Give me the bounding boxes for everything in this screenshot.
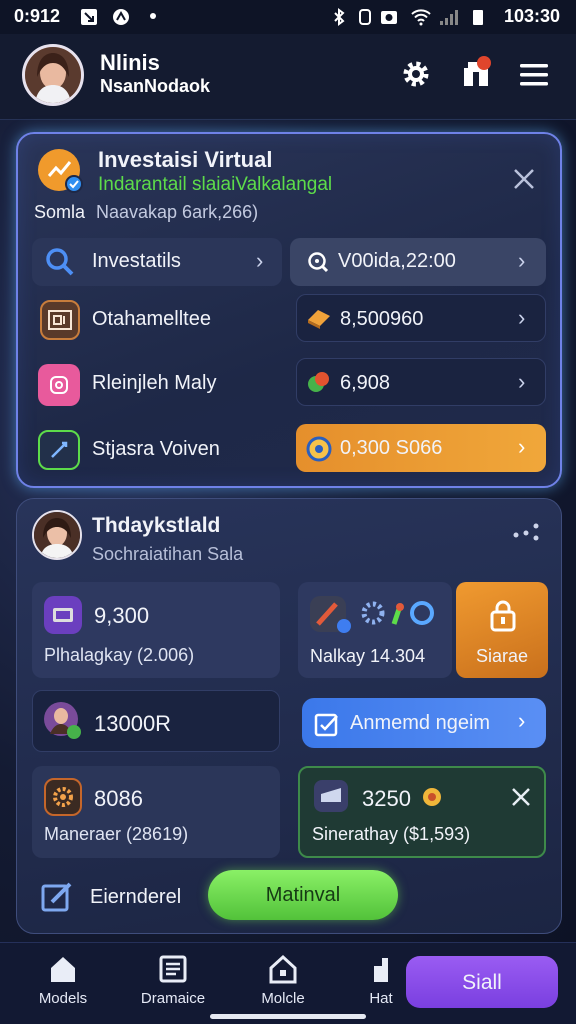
row-label: Stjasra Voiven [92, 438, 220, 460]
chevron-right-icon: › [518, 369, 526, 394]
signal-icon [440, 10, 458, 25]
status-time: 0:912 [14, 6, 61, 26]
gear-icon[interactable] [400, 58, 432, 90]
nav-item-molcle[interactable]: Molcle [228, 950, 338, 1016]
more-dots-icon[interactable] [512, 522, 540, 542]
news-icon [159, 955, 187, 983]
dot-icon [150, 13, 156, 19]
bluetooth-icon [334, 8, 345, 26]
row-value: 8,500960 [340, 308, 424, 330]
stat-value: 9,300 [94, 603, 150, 628]
checkbox-icon [314, 713, 338, 737]
vibrate-icon [359, 9, 371, 25]
gold-bar-icon [308, 310, 330, 329]
row-value-pill[interactable] [296, 358, 546, 406]
card-title: Investaisi Virtual [98, 147, 273, 172]
edit-wand-icon [38, 430, 80, 470]
meta-label: Somla [34, 202, 86, 222]
close-icon[interactable] [512, 167, 536, 191]
row-label: Investatils [92, 250, 181, 272]
download-icon [81, 9, 97, 25]
chevron-right-icon: › [518, 248, 526, 273]
edit-icon [41, 882, 72, 912]
ledger-icon [40, 300, 80, 340]
footer-label: Eiernderel [90, 886, 182, 908]
row-value: V00ida,22:00 [338, 250, 456, 272]
notification-bell-icon[interactable] [458, 54, 494, 90]
stat-label: Nalkay 14.304 [310, 646, 426, 666]
nav-label: Models [38, 990, 88, 1007]
person-badge-icon [44, 702, 81, 739]
coin-icon [423, 788, 441, 806]
chevron-right-icon: › [518, 708, 526, 733]
row-label: Rleinjleh Maly [92, 372, 217, 394]
meta-value: Naavakap 6ark,266) [96, 202, 259, 222]
hand-icon [374, 958, 388, 982]
camera-icon [381, 11, 397, 24]
monitor-icon [44, 596, 82, 634]
app-pink-icon [38, 364, 80, 406]
lock-icon [490, 600, 516, 632]
stat-label: Sinerathay ($1,593) [312, 824, 471, 844]
nav-label: Molcle [261, 990, 305, 1007]
user-handle: NsanNodaok [100, 76, 211, 96]
avatar-portrait [34, 512, 80, 558]
stat-label: Maneraer (28619) [44, 824, 189, 844]
app-icon [113, 9, 129, 25]
primary-green-button-label: Matinval [265, 884, 341, 906]
action-button-label: Anmemd ngeim [350, 712, 491, 734]
gem-icon [308, 372, 329, 392]
settings-gear-icon [44, 778, 82, 816]
home-indicator [210, 1014, 366, 1019]
wallet-icon [314, 780, 348, 812]
home-icon [51, 957, 75, 982]
status-time-right: 103:30 [503, 6, 560, 26]
chevron-right-icon: › [518, 305, 526, 330]
row-label: Otahamelltee [92, 308, 211, 330]
cta-button-label: Siall [462, 971, 502, 994]
avatar-small[interactable] [32, 510, 82, 560]
nav-label: Dramaice [140, 990, 206, 1007]
row-value: 0,300 S066 [340, 437, 443, 459]
coin-icon [306, 436, 332, 462]
row-value: 6,908 [340, 372, 391, 394]
avatar[interactable] [22, 44, 84, 106]
profile-title: Thdaykstlald [92, 514, 221, 537]
avatar-portrait [25, 47, 81, 103]
magnifier-icon [308, 252, 329, 273]
stage-label: Siarae [475, 646, 529, 666]
chart-badge-icon [38, 149, 83, 193]
tools-icons [361, 601, 434, 625]
search-icon [46, 248, 74, 276]
chevron-right-icon: › [518, 434, 526, 459]
profile-subtitle: Sochraiatihan Sala [92, 544, 244, 564]
house-outline-icon [269, 954, 297, 984]
stat-label: Plhalagkay (2.006) [44, 645, 195, 665]
wifi-icon [411, 9, 431, 26]
game-app-icon [310, 596, 351, 633]
battery-icon [473, 10, 483, 25]
nav-item-dramaice[interactable]: Dramaice [118, 950, 228, 1016]
menu-icon[interactable] [518, 62, 550, 88]
status-bar: 0:912 103:30 [0, 0, 576, 34]
close-icon[interactable] [510, 786, 532, 808]
stat-value: 13000R [94, 711, 172, 736]
user-name: Nlinis [100, 50, 160, 75]
stat-value: 3250 [362, 786, 411, 811]
nav-item-models[interactable]: Models [8, 950, 118, 1016]
stat-value: 8086 [94, 786, 143, 811]
chevron-right-icon: › [256, 248, 264, 273]
card-subtitle: Indarantail slaiaiValkalangal [98, 174, 333, 195]
